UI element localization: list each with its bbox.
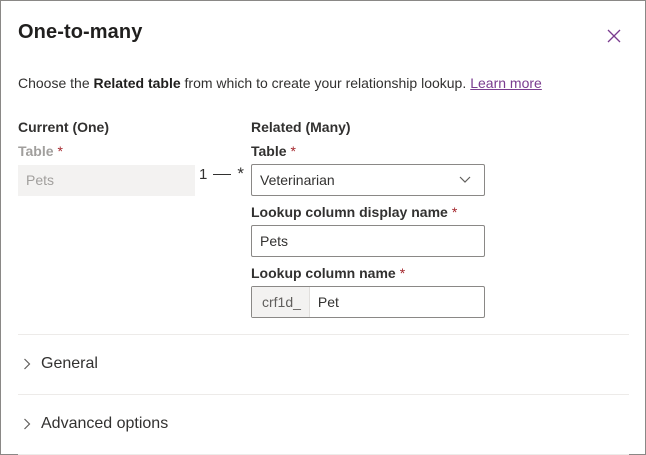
divider — [18, 394, 629, 395]
learn-more-link[interactable]: Learn more — [470, 75, 542, 91]
general-section-toggle[interactable]: General — [18, 355, 98, 373]
description-bold: Related table — [93, 75, 181, 91]
panel-title: One-to-many — [18, 21, 143, 43]
related-table-value: Veterinarian — [260, 172, 335, 188]
chevron-right-icon — [18, 415, 36, 433]
lookup-name-value: Pet — [317, 294, 339, 310]
cardinality-many: * — [237, 164, 244, 183]
related-table-label: Table * — [251, 143, 296, 159]
cardinality-one: 1 — [199, 165, 208, 183]
chevron-right-icon — [18, 355, 36, 373]
lookup-name-prefix: crf1d_ — [252, 287, 310, 317]
cardinality-line — [213, 173, 232, 175]
general-section-label: General — [41, 355, 98, 372]
close-icon — [607, 29, 621, 43]
advanced-options-toggle[interactable]: Advanced options — [18, 415, 168, 433]
lookup-name-input[interactable]: crf1d_ Pet — [251, 286, 485, 318]
one-to-many-panel: One-to-many Choose the Related table fro… — [0, 0, 646, 455]
chevron-down-icon — [450, 165, 480, 195]
cardinality-indicator: 1 * — [199, 164, 244, 184]
current-heading: Current (One) — [18, 119, 109, 135]
related-heading: Related (Many) — [251, 119, 351, 135]
required-mark: * — [290, 143, 296, 159]
lookup-name-label: Lookup column name * — [251, 265, 406, 281]
close-button[interactable] — [601, 23, 627, 49]
related-table-dropdown[interactable]: Veterinarian — [251, 164, 485, 196]
advanced-options-label: Advanced options — [41, 415, 169, 432]
current-table-label: Table * — [18, 143, 63, 159]
divider — [18, 334, 629, 335]
lookup-display-value: Pets — [260, 233, 289, 249]
description: Choose the Related table from which to c… — [18, 75, 542, 91]
required-mark: * — [57, 143, 63, 159]
required-mark: * — [399, 265, 406, 281]
required-mark: * — [451, 204, 458, 220]
lookup-display-label: Lookup column display name * — [251, 204, 458, 220]
current-table-input: Pets — [18, 165, 195, 196]
lookup-display-input[interactable]: Pets — [251, 225, 485, 257]
